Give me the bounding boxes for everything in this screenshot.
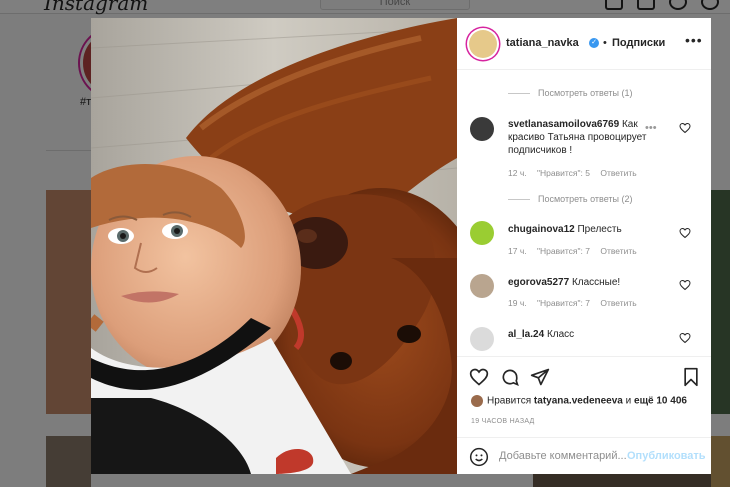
reply-button[interactable]: Ответить <box>600 246 636 256</box>
liker-username[interactable]: tatyana.vedeneeva <box>534 396 623 407</box>
view-replies-label: Посмотреть ответы (2) <box>538 194 633 204</box>
add-comment-bar: Добавьте комментарий... Опубликовать <box>457 437 711 475</box>
likes-connector: и <box>625 395 632 407</box>
reply-button[interactable]: Ответить <box>600 298 636 308</box>
comment-body: al_la.24 Класс <box>508 328 676 341</box>
author-avatar[interactable] <box>469 30 497 58</box>
likes-prefix: Нравится <box>487 395 532 407</box>
comment-like-icon[interactable] <box>679 122 691 134</box>
comment-like-icon[interactable] <box>679 279 691 291</box>
likes-count[interactable]: ещё 10 406 <box>634 396 687 407</box>
comment-meta: 19 ч. "Нравится": 7 Ответить <box>508 298 645 308</box>
likes-summary: Нравится tatyana.vedeneeva и ещё 10 406 <box>471 395 687 407</box>
share-icon[interactable] <box>530 367 550 387</box>
replies-dash <box>508 199 530 201</box>
author-username[interactable]: tatiana_navka <box>506 37 579 49</box>
view-replies-button[interactable]: Посмотреть ответы (2) <box>508 194 633 204</box>
post-photo[interactable] <box>91 18 457 474</box>
view-replies-button[interactable]: Посмотреть ответы (1) <box>508 88 633 98</box>
comment-input[interactable]: Добавьте комментарий... <box>499 450 627 462</box>
comment-text: Прелесть <box>577 224 622 235</box>
verified-icon: ✓ <box>589 38 599 48</box>
liker-avatar[interactable] <box>471 395 483 407</box>
commenter-avatar[interactable] <box>470 117 494 141</box>
bookmark-icon[interactable] <box>681 367 701 387</box>
comment-like-icon[interactable] <box>679 332 691 344</box>
comment-likes[interactable]: "Нравится": 7 <box>537 298 590 308</box>
post-header: tatiana_navka ✓ • Подписки ••• <box>457 18 711 70</box>
reply-button[interactable]: Ответить <box>600 168 636 178</box>
comment-time: 17 ч. <box>508 246 527 256</box>
comment-likes[interactable]: "Нравится": 7 <box>537 246 590 256</box>
following-button[interactable]: Подписки <box>612 37 665 49</box>
comment-username[interactable]: al_la.24 <box>508 329 544 340</box>
comment-text: Классные! <box>571 277 621 288</box>
commenter-avatar[interactable] <box>470 274 494 298</box>
commenter-avatar[interactable] <box>470 221 494 245</box>
comment-username[interactable]: chugainova12 <box>508 224 575 235</box>
post-actions: Нравится tatyana.vedeneeva и ещё 10 406 … <box>457 356 711 474</box>
post-side-panel: tatiana_navka ✓ • Подписки ••• Посмотрет… <box>457 18 711 474</box>
comment-likes[interactable]: "Нравится": 5 <box>537 168 590 178</box>
replies-dash <box>508 93 530 95</box>
comment-meta: 17 ч. "Нравится": 7 Ответить <box>508 246 645 256</box>
comment-body: egorova5277 Классные! <box>508 276 676 289</box>
post-timestamp[interactable]: 19 ЧАСОВ НАЗАД <box>471 418 535 425</box>
comment-time: 19 ч. <box>508 298 527 308</box>
comment-meta: 12 ч. "Нравится": 5 Ответить <box>508 168 645 178</box>
like-icon[interactable] <box>469 367 489 387</box>
header-separator: • <box>603 37 607 49</box>
commenter-avatar[interactable] <box>470 327 494 351</box>
comment-body: chugainova12 Прелесть <box>508 223 676 236</box>
post-image <box>91 18 457 474</box>
comment-icon[interactable] <box>500 367 520 387</box>
comment-like-icon[interactable] <box>679 227 691 239</box>
view-replies-label: Посмотреть ответы (1) <box>538 88 633 98</box>
comment-username[interactable]: egorova5277 <box>508 277 569 288</box>
comment-username[interactable]: svetlanasamoilova6769 <box>508 119 619 130</box>
comment-time: 12 ч. <box>508 168 527 178</box>
publish-button[interactable]: Опубликовать <box>627 450 706 462</box>
comment-text: Класс <box>546 329 575 340</box>
more-options-button[interactable]: ••• <box>685 32 703 48</box>
comment-options-icon[interactable]: ••• <box>645 122 657 134</box>
smile-icon[interactable] <box>469 447 489 467</box>
